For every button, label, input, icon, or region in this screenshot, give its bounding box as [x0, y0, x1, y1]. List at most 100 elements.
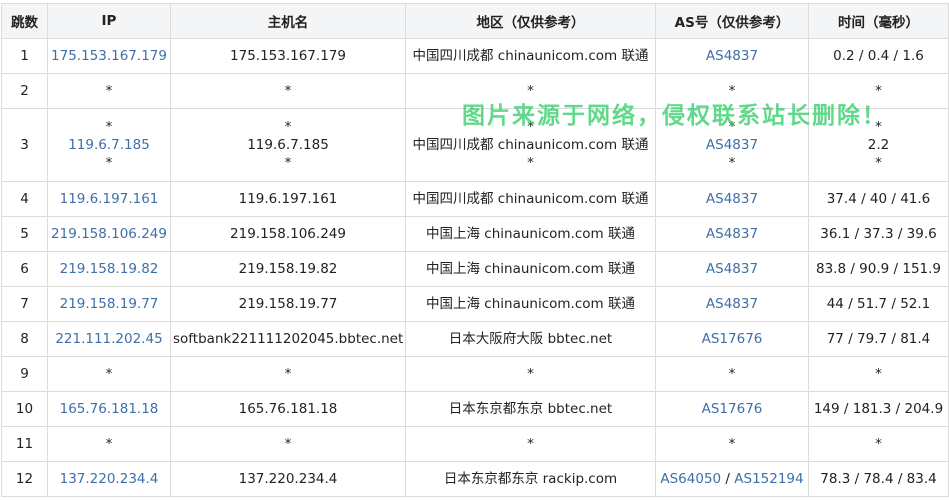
time-cell: 78.3 / 78.4 / 83.4 — [808, 461, 949, 497]
ip-link[interactable]: 219.158.19.82 — [47, 251, 171, 287]
host-cell: 175.153.167.179 — [170, 38, 406, 74]
hop-cell: 12 — [1, 461, 48, 497]
time-cell: 37.4 / 40 / 41.6 — [808, 181, 949, 217]
region-cell: 日本大阪府大阪 bbtec.net — [405, 321, 656, 357]
as-cell: AS64050 / AS152194 — [655, 461, 809, 497]
host-cell: 219.158.19.77 — [170, 286, 406, 322]
column-header-region: 地区（仅供参考） — [405, 3, 656, 39]
hop-cell: 3 — [1, 108, 48, 182]
hop-cell: 7 — [1, 286, 48, 322]
ip-link[interactable]: 119.6.7.185 — [50, 136, 168, 154]
table-row: 7 219.158.19.77 219.158.19.77 中国上海 china… — [1, 286, 949, 322]
hop-cell: 9 — [1, 356, 48, 392]
ip-link[interactable]: 219.158.106.249 — [47, 216, 171, 252]
as-link[interactable]: AS4837 — [655, 251, 809, 287]
host-line: * — [284, 155, 292, 171]
ip-link[interactable]: 137.220.234.4 — [47, 461, 171, 497]
ip-timeout: * — [105, 155, 113, 171]
host-line: * — [284, 119, 292, 135]
table-row: 11 * * * * * — [1, 426, 949, 462]
as-cell: * — [655, 73, 809, 109]
column-header-as: AS号（仅供参考） — [655, 3, 809, 39]
as-link[interactable]: AS152194 — [734, 471, 803, 487]
table-row: 4 119.6.197.161 119.6.197.161 中国四川成都 chi… — [1, 181, 949, 217]
region-cell: 日本东京都东京 rackip.com — [405, 461, 656, 497]
as-separator: / — [721, 471, 735, 487]
table-row: 2 * * * * * — [1, 73, 949, 109]
time-cell: 77 / 79.7 / 81.4 — [808, 321, 949, 357]
region-cell: * — [405, 356, 656, 392]
region-line: 中国四川成都 chinaunicom.com 联通 — [412, 137, 649, 153]
traceroute-panel: 跳数 IP 主机名 地区（仅供参考） AS号（仅供参考） 时间（毫秒） 1 17… — [0, 0, 949, 500]
region-cell: 中国上海 chinaunicom.com 联通 — [405, 251, 656, 287]
time-line: * — [875, 155, 882, 171]
ip-link[interactable]: 119.6.197.161 — [47, 181, 171, 217]
column-header-host: 主机名 — [170, 3, 406, 39]
region-cell: 中国四川成都 chinaunicom.com 联通 — [405, 181, 656, 217]
ip-link[interactable]: 219.158.19.77 — [47, 286, 171, 322]
time-line: * — [875, 119, 882, 135]
table-row: 9 * * * * * — [1, 356, 949, 392]
host-cell: 137.220.234.4 — [170, 461, 406, 497]
host-cell: 119.6.197.161 — [170, 181, 406, 217]
region-cell: 中国上海 chinaunicom.com 联通 — [405, 216, 656, 252]
table-row: 8 221.111.202.45 softbank221111202045.bb… — [1, 321, 949, 357]
hop-cell: 10 — [1, 391, 48, 427]
as-timeout: * — [728, 119, 736, 135]
as-link[interactable]: AS17676 — [655, 321, 809, 357]
region-cell: * — [405, 426, 656, 462]
host-line: 119.6.7.185 — [247, 137, 329, 153]
ip-cell: * — [47, 73, 171, 109]
hop-cell: 6 — [1, 251, 48, 287]
column-header-hop: 跳数 — [1, 3, 48, 39]
time-cell: 149 / 181.3 / 204.9 — [808, 391, 949, 427]
as-cell: * AS4837 * — [655, 108, 809, 182]
time-cell: 44 / 51.7 / 52.1 — [808, 286, 949, 322]
hop-cell: 1 — [1, 38, 48, 74]
hop-cell: 5 — [1, 216, 48, 252]
table-row: 5 219.158.106.249 219.158.106.249 中国上海 c… — [1, 216, 949, 252]
region-line: * — [527, 155, 534, 171]
as-link[interactable]: AS4837 — [658, 136, 806, 154]
hop-cell: 4 — [1, 181, 48, 217]
region-cell: * — [405, 73, 656, 109]
table-row: 1 175.153.167.179 175.153.167.179 中国四川成都… — [1, 38, 949, 74]
host-cell: * 119.6.7.185 * — [170, 108, 406, 182]
region-cell: 中国四川成都 chinaunicom.com 联通 — [405, 38, 656, 74]
traceroute-table: 跳数 IP 主机名 地区（仅供参考） AS号（仅供参考） 时间（毫秒） 1 17… — [1, 3, 949, 497]
region-cell: 中国上海 chinaunicom.com 联通 — [405, 286, 656, 322]
as-timeout: * — [728, 155, 736, 171]
time-cell: 0.2 / 0.4 / 1.6 — [808, 38, 949, 74]
column-header-ip: IP — [47, 3, 171, 39]
time-cell: * — [808, 426, 949, 462]
as-cell: * — [655, 356, 809, 392]
hop-cell: 2 — [1, 73, 48, 109]
region-cell: * 中国四川成都 chinaunicom.com 联通 * — [405, 108, 656, 182]
host-cell: softbank221111202045.bbtec.net — [170, 321, 406, 357]
table-row: 3 * 119.6.7.185 * * 119.6.7.185 * * 中国四川… — [1, 108, 949, 182]
as-link[interactable]: AS4837 — [655, 38, 809, 74]
as-link[interactable]: AS4837 — [655, 216, 809, 252]
region-line: * — [527, 119, 534, 135]
ip-timeout: * — [105, 119, 113, 135]
as-link[interactable]: AS4837 — [655, 181, 809, 217]
time-cell: 36.1 / 37.3 / 39.6 — [808, 216, 949, 252]
host-cell: * — [170, 426, 406, 462]
region-cell: 日本东京都东京 bbtec.net — [405, 391, 656, 427]
table-row: 10 165.76.181.18 165.76.181.18 日本东京都东京 b… — [1, 391, 949, 427]
table-header-row: 跳数 IP 主机名 地区（仅供参考） AS号（仅供参考） 时间（毫秒） — [1, 3, 949, 39]
ip-cell: * — [47, 426, 171, 462]
as-link[interactable]: AS17676 — [655, 391, 809, 427]
time-line: 2.2 — [867, 137, 890, 153]
ip-cell: * — [47, 356, 171, 392]
ip-link[interactable]: 165.76.181.18 — [47, 391, 171, 427]
as-cell: * — [655, 426, 809, 462]
time-cell: * — [808, 73, 949, 109]
ip-link[interactable]: 175.153.167.179 — [47, 38, 171, 74]
host-cell: * — [170, 73, 406, 109]
time-cell: 83.8 / 90.9 / 151.9 — [808, 251, 949, 287]
as-link[interactable]: AS64050 — [660, 471, 721, 487]
host-cell: * — [170, 356, 406, 392]
as-link[interactable]: AS4837 — [655, 286, 809, 322]
ip-link[interactable]: 221.111.202.45 — [47, 321, 171, 357]
